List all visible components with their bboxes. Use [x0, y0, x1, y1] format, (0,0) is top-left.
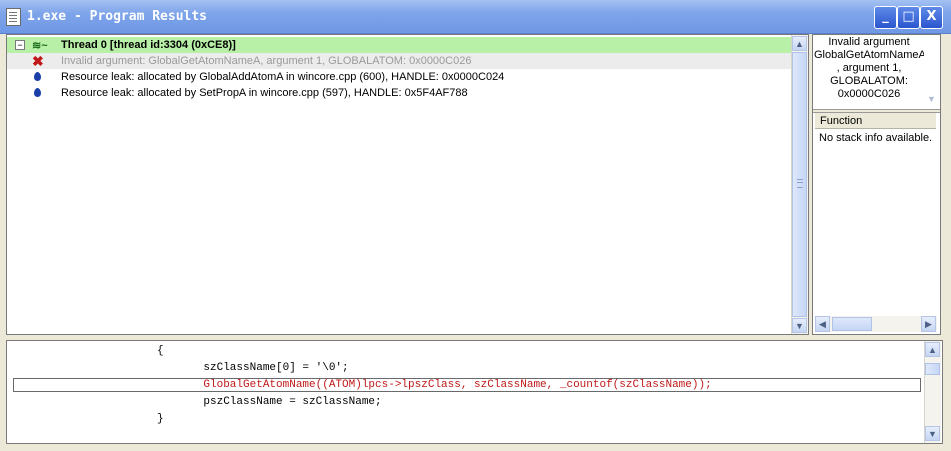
- leak-drop-icon: [34, 88, 41, 97]
- result-row[interactable]: Resource leak: allocated by SetPropA in …: [7, 85, 791, 101]
- leak-drop-icon: [34, 72, 41, 81]
- detail-text: Invalid argument GlobalGetAtomNameA , ar…: [814, 36, 926, 102]
- result-row[interactable]: ✖ Invalid argument: GlobalGetAtomNameA, …: [7, 53, 791, 69]
- thread-label: Thread 0 [thread id:3304 (0xCE8)]: [61, 39, 236, 51]
- thread-icon: ≋~: [32, 40, 48, 52]
- scroll-down-icon[interactable]: ▼: [924, 92, 939, 107]
- error-x-icon: ✖: [32, 53, 44, 69]
- detail-line: 0x0000C026: [837, 88, 901, 100]
- detail-line: GlobalGetAtomNameA: [814, 49, 926, 61]
- result-text: Invalid argument: GlobalGetAtomNameA, ar…: [61, 55, 472, 67]
- function-hscrollbar[interactable]: ◀ ▶: [815, 316, 937, 332]
- document-icon: [6, 8, 21, 26]
- title-bar[interactable]: 1.exe - Program Results _ □ X: [0, 0, 951, 34]
- thread-row[interactable]: − ≋~ Thread 0 [thread id:3304 (0xCE8)]: [7, 37, 791, 53]
- code-line: {: [157, 345, 164, 357]
- stack-info-text: No stack info available.: [819, 132, 933, 144]
- window-title: 1.exe - Program Results: [27, 9, 208, 24]
- code-line: }: [157, 413, 164, 425]
- code-line: szClassName[0] = '\0';: [177, 362, 349, 374]
- result-text: Resource leak: allocated by GlobalAddAto…: [61, 71, 505, 83]
- maximize-button[interactable]: □: [897, 6, 920, 29]
- scroll-left-icon[interactable]: ◀: [815, 316, 830, 332]
- scroll-down-icon[interactable]: ▼: [792, 318, 807, 333]
- result-text: Resource leak: allocated by SetPropA in …: [61, 87, 468, 99]
- code-scrollbar[interactable]: ▲ ▼: [924, 341, 941, 443]
- detail-scrollbar[interactable]: ▼: [924, 35, 940, 108]
- scroll-thumb[interactable]: [832, 317, 872, 331]
- close-button[interactable]: X: [920, 6, 943, 29]
- scroll-up-icon[interactable]: ▲: [792, 36, 807, 51]
- scroll-up-icon[interactable]: ▲: [925, 342, 940, 357]
- detail-line: GLOBALATOM:: [830, 75, 908, 87]
- results-tree[interactable]: − ≋~ Thread 0 [thread id:3304 (0xCE8)] ✖…: [6, 34, 809, 335]
- function-column-header[interactable]: Function: [815, 113, 936, 129]
- detail-line: Invalid argument: [828, 36, 910, 48]
- detail-panel: Invalid argument GlobalGetAtomNameA , ar…: [812, 34, 941, 335]
- collapse-icon[interactable]: −: [15, 40, 25, 50]
- results-scrollbar[interactable]: ▲ ▼: [791, 35, 808, 334]
- detail-line: , argument 1,: [836, 62, 902, 74]
- minimize-button[interactable]: _: [874, 6, 897, 29]
- scroll-down-icon[interactable]: ▼: [925, 426, 940, 441]
- code-line: pszClassName = szClassName;: [177, 396, 382, 408]
- scroll-right-icon[interactable]: ▶: [921, 316, 936, 332]
- highlighted-code-line: GlobalGetAtomName((ATOM)lpcs->lpszClass,…: [177, 379, 712, 391]
- result-row[interactable]: Resource leak: allocated by GlobalAddAto…: [7, 69, 791, 85]
- source-view[interactable]: { szClassName[0] = '\0'; GlobalGetAtomNa…: [6, 340, 943, 444]
- scroll-thumb[interactable]: [792, 52, 807, 317]
- scroll-thumb[interactable]: [925, 363, 940, 375]
- grip-icon: [797, 179, 803, 188]
